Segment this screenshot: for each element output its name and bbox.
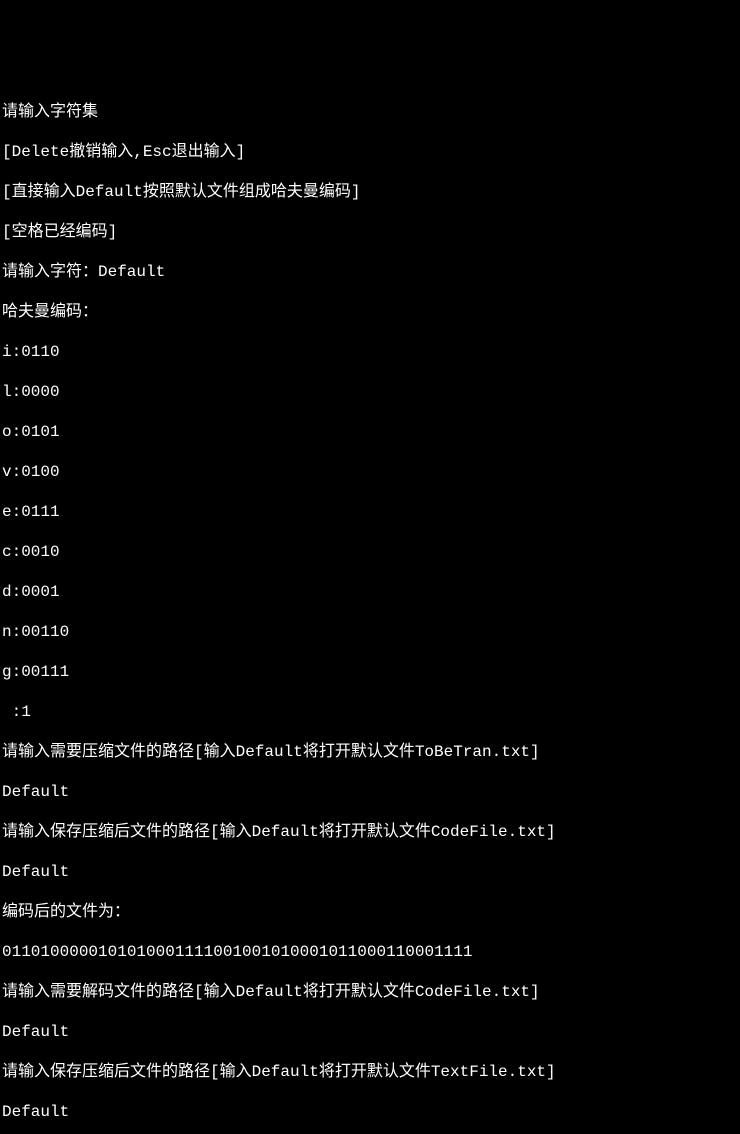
terminal-line: 请输入保存压缩后文件的路径[输入Default将打开默认文件TextFile.t… [2,1062,738,1082]
terminal-line: n:00110 [2,622,738,642]
terminal-line: v:0100 [2,462,738,482]
terminal-line: [直接输入Default按照默认文件组成哈夫曼编码] [2,182,738,202]
terminal-line: 编码后的文件为： [2,902,738,922]
terminal-line: l:0000 [2,382,738,402]
terminal-line: Default [2,1022,738,1042]
terminal-output: 请输入字符集 [Delete撤销输入,Esc退出输入] [直接输入Default… [2,82,738,1134]
terminal-line: 请输入字符集 [2,102,738,122]
terminal-line: Default [2,1102,738,1122]
terminal-line: o:0101 [2,422,738,442]
terminal-line: 请输入字符：Default [2,262,738,282]
terminal-line: [空格已经编码] [2,222,738,242]
terminal-line: i:0110 [2,342,738,362]
terminal-line: 哈夫曼编码： [2,302,738,322]
terminal-line: 请输入需要解码文件的路径[输入Default将打开默认文件CodeFile.tx… [2,982,738,1002]
terminal-line: :1 [2,702,738,722]
terminal-line: 请输入需要压缩文件的路径[输入Default将打开默认文件ToBeTran.tx… [2,742,738,762]
terminal-line: Default [2,862,738,882]
terminal-line: Default [2,782,738,802]
terminal-line: 请输入保存压缩后文件的路径[输入Default将打开默认文件CodeFile.t… [2,822,738,842]
terminal-line: c:0010 [2,542,738,562]
terminal-line: e:0111 [2,502,738,522]
terminal-line: [Delete撤销输入,Esc退出输入] [2,142,738,162]
terminal-line: g:00111 [2,662,738,682]
terminal-line: d:0001 [2,582,738,602]
terminal-line: 0110100000101010001111001001010001011000… [2,942,738,962]
